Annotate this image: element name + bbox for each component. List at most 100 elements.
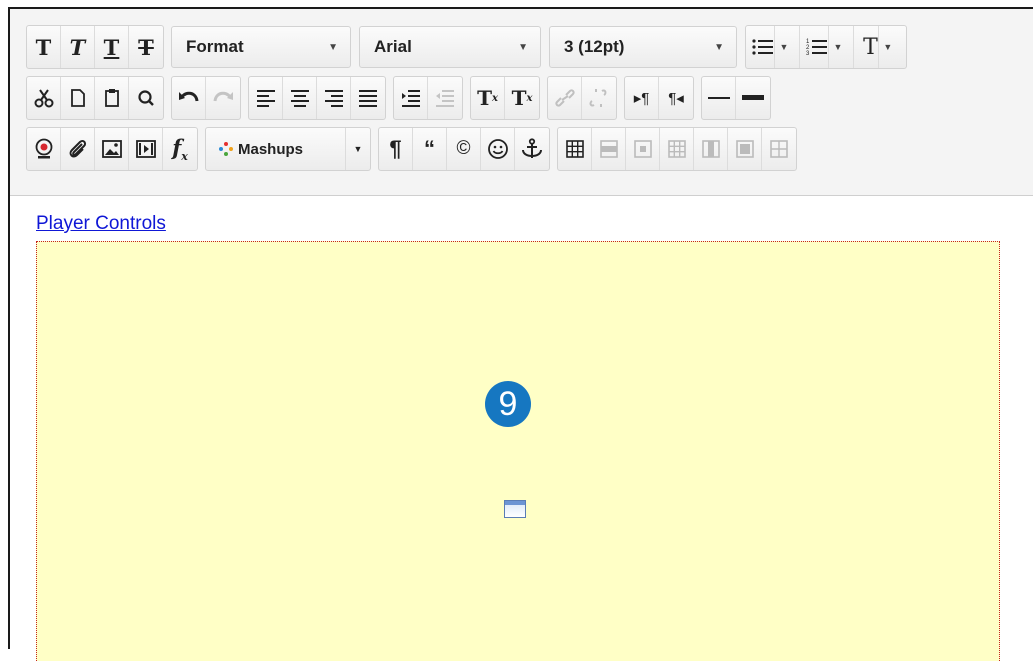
special-character-button[interactable]: © (447, 128, 481, 170)
step-number-badge: 9 (485, 381, 531, 427)
editor-content-area[interactable]: Player Controls 9 (10, 196, 1033, 661)
align-right-icon (324, 90, 343, 107)
insert-video-button[interactable] (129, 128, 163, 170)
bullet-list-icon (752, 39, 773, 55)
indent-group (393, 76, 463, 120)
direction-group: ▸¶ ¶◂ (624, 76, 694, 120)
ltr-button[interactable]: ▸¶ (625, 77, 659, 119)
rtl-icon: ¶◂ (668, 90, 684, 107)
mashups-group: Mashups ▼ (205, 127, 371, 171)
embedded-mashup-placeholder[interactable]: 9 (36, 241, 1000, 661)
cut-button[interactable] (27, 77, 61, 119)
alignment-group (248, 76, 386, 120)
table-col-after-button[interactable] (728, 128, 762, 170)
find-button[interactable] (129, 77, 163, 119)
table-icon (770, 140, 788, 158)
anchor-icon (522, 138, 542, 158)
indent-icon (401, 90, 420, 107)
copy-button[interactable] (61, 77, 95, 119)
table-row-icon (599, 140, 618, 158)
table-delete-row-button[interactable] (660, 128, 694, 170)
horizontal-rule-button[interactable] (736, 77, 770, 119)
rule-group (701, 76, 771, 120)
paste-button[interactable] (95, 77, 129, 119)
indent-button[interactable] (394, 77, 428, 119)
function-icon: fx (172, 134, 188, 164)
redo-icon (213, 91, 233, 102)
mashups-label: Mashups (238, 140, 304, 158)
pilcrow-icon: ¶ (389, 136, 402, 161)
underline-button[interactable]: T (95, 26, 129, 68)
blockquote-button[interactable]: “ (413, 128, 447, 170)
align-left-button[interactable] (249, 77, 283, 119)
mashups-dropdown-toggle[interactable]: ▼ (346, 128, 370, 170)
align-justify-button[interactable] (351, 77, 385, 119)
numbered-list-button[interactable]: 123 ▼ (800, 26, 854, 68)
editor-frame: T T T T Format ▼ Arial ▼ 3 (12pt) ▼ ▼ 1 … (8, 7, 1033, 661)
search-icon (138, 90, 154, 106)
format-dropdown-label: Format (186, 37, 244, 56)
table-column-icon (701, 140, 720, 158)
insert-image-button[interactable] (95, 128, 129, 170)
mashups-button[interactable]: Mashups (206, 128, 346, 170)
size-dropdown[interactable]: 3 (12pt) ▼ (549, 26, 737, 68)
align-left-icon (256, 90, 275, 107)
image-icon (101, 140, 122, 158)
emoticon-button[interactable] (481, 128, 515, 170)
list-group: ▼ 123 ▼ T ▼ (745, 25, 907, 69)
italic-button[interactable]: T (61, 26, 95, 68)
webcam-icon (35, 138, 52, 159)
ltr-icon: ▸¶ (633, 90, 650, 107)
unlink-button[interactable] (582, 77, 616, 119)
redo-button[interactable] (206, 77, 240, 119)
table-icon (565, 140, 584, 158)
table-row-before-button[interactable] (592, 128, 626, 170)
insert-link-button[interactable] (548, 77, 582, 119)
strikethrough-button[interactable]: T (129, 26, 163, 68)
player-controls-link[interactable]: Player Controls (36, 213, 166, 235)
align-right-button[interactable] (317, 77, 351, 119)
outdent-button[interactable] (428, 77, 462, 119)
insert-group: ¶ “ © (378, 127, 550, 171)
clipboard-group (26, 76, 164, 120)
smiley-icon (487, 139, 508, 159)
chevron-down-icon: ▼ (518, 41, 528, 53)
insert-table-button[interactable] (558, 128, 592, 170)
subscript-button[interactable]: Tx (505, 77, 539, 119)
table-col-before-button[interactable] (694, 128, 728, 170)
table-cell-icon (633, 140, 652, 158)
table-row-after-button[interactable] (626, 128, 660, 170)
link-icon (554, 89, 575, 107)
paragraph-button[interactable]: ¶ (379, 128, 413, 170)
unlink-icon (589, 89, 607, 107)
font-dropdown[interactable]: Arial ▼ (359, 26, 541, 68)
align-center-button[interactable] (283, 77, 317, 119)
chevron-down-icon[interactable]: ▼ (828, 26, 847, 68)
media-group: fx (26, 127, 198, 171)
format-dropdown[interactable]: Format ▼ (171, 26, 351, 68)
bold-button[interactable]: T (27, 26, 61, 68)
chevron-down-icon[interactable]: ▼ (877, 26, 897, 68)
horizontal-line-button[interactable] (702, 77, 736, 119)
clipboard-icon (104, 89, 119, 107)
undo-button[interactable] (172, 77, 206, 119)
rtl-button[interactable]: ¶◂ (659, 77, 693, 119)
superscript-button[interactable]: Tx (471, 77, 505, 119)
align-center-icon (290, 90, 309, 107)
table-icon (667, 140, 686, 158)
editor-toolbar: T T T T Format ▼ Arial ▼ 3 (12pt) ▼ ▼ 1 … (10, 9, 1033, 196)
attach-file-button[interactable] (61, 128, 95, 170)
table-delete-col-button[interactable] (762, 128, 796, 170)
chevron-down-icon: ▼ (353, 144, 363, 154)
window-icon (504, 500, 526, 518)
math-editor-button[interactable]: fx (163, 128, 197, 170)
table-merge-icon (735, 140, 754, 158)
bullet-list-button[interactable]: ▼ (746, 26, 800, 68)
outdent-icon (436, 90, 454, 107)
anchor-button[interactable] (515, 128, 549, 170)
text-color-button[interactable]: T ▼ (854, 26, 906, 68)
chevron-down-icon[interactable]: ▼ (774, 26, 793, 68)
toolbar-row-1: T T T T Format ▼ Arial ▼ 3 (12pt) ▼ ▼ 1 … (26, 25, 914, 69)
history-group (171, 76, 241, 120)
record-button[interactable] (27, 128, 61, 170)
